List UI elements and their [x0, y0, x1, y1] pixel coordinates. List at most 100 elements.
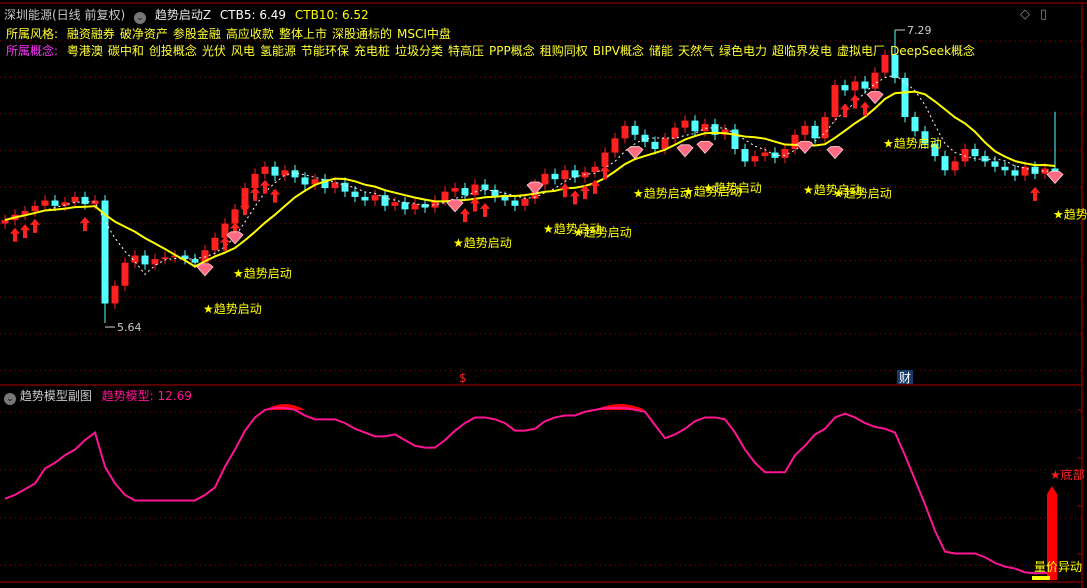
gem-signal-icon: [676, 144, 694, 158]
gem-signal-icon: [196, 263, 214, 277]
candle-up: [761, 152, 769, 157]
trend-model-line: [4, 407, 1056, 575]
up-arrow-icon: [850, 94, 860, 109]
candle-up: [91, 200, 99, 205]
candle-down: [461, 188, 469, 196]
style-row-tag[interactable]: 高应收款: [226, 27, 274, 41]
candle-up: [681, 120, 689, 128]
concept-row-tag[interactable]: 虚拟电厂: [837, 44, 885, 58]
candle-down: [841, 85, 849, 91]
concept-row-tag[interactable]: 节能环保: [301, 44, 349, 58]
concept-row-tag[interactable]: 氢能源: [260, 44, 296, 58]
concept-row-tag[interactable]: 天然气: [678, 44, 714, 58]
concept-row-tag[interactable]: 绿色电力: [719, 44, 767, 58]
candle-down: [301, 177, 309, 185]
candle-up: [71, 196, 79, 203]
candle-up: [521, 198, 529, 206]
concept-row-tag[interactable]: PPP概念: [489, 44, 535, 58]
trend-start-label: ★趋势启动: [203, 302, 262, 316]
candle-up: [371, 195, 379, 201]
chart-canvas: 5.64 7.29 ★趋势启动 ★趋势启动 ★趋势启动 ★趋势启动 ★趋势启动 ★趋势启动 ★趋…: [0, 2, 1087, 588]
candle-up: [391, 202, 399, 206]
concept-row-tag[interactable]: 粤港澳: [67, 44, 103, 58]
event-mark: 财: [899, 371, 911, 385]
trend-start-label: ★趋势启动: [833, 186, 892, 200]
candle-down: [191, 259, 199, 263]
concept-row-tag[interactable]: 风电: [231, 44, 255, 58]
candle-up: [451, 188, 459, 192]
trend-start-label: ★趋势启动: [573, 225, 632, 239]
concept-row-tag[interactable]: 特高压: [448, 44, 484, 58]
candle-down: [511, 200, 519, 206]
candle-down: [941, 156, 949, 171]
candle-up: [121, 262, 129, 286]
candle-up: [851, 81, 859, 91]
candle-down: [811, 125, 819, 139]
candle-down: [81, 196, 89, 205]
up-arrow-icon: [270, 188, 280, 203]
style-row-tag[interactable]: MSCI中盘: [397, 27, 451, 41]
candle-up: [801, 125, 809, 135]
gem-signal-icon: [1046, 171, 1064, 185]
candle-up: [621, 125, 629, 139]
chart-header: 深圳能源(日线 前复权) ⌄ 趋势启动Z CTB5: 6.49 CTB10: 6…: [4, 6, 374, 24]
candle-down: [1011, 170, 1019, 176]
volume-anomaly-bar: [1032, 576, 1050, 580]
panel-toggle-icon[interactable]: ▯: [1040, 7, 1047, 22]
concept-row-tag[interactable]: 光伏: [202, 44, 226, 58]
indicator-name[interactable]: 趋势启动Z: [155, 8, 211, 22]
candle-down: [271, 166, 279, 176]
candle-up: [591, 166, 599, 173]
concept-row-tag[interactable]: 碳中和: [108, 44, 144, 58]
candle-up: [251, 173, 259, 189]
trend-model-value: 趋势模型: 12.69: [101, 389, 192, 403]
candle-up: [951, 161, 959, 171]
candle-up: [261, 166, 269, 174]
chevron-down-icon[interactable]: ⌄: [134, 12, 147, 24]
diamond-icon[interactable]: ◇: [1020, 7, 1030, 22]
candle-up: [1, 220, 9, 224]
candle-down: [631, 125, 639, 135]
candle-up: [611, 138, 619, 153]
candle-up: [751, 156, 759, 162]
candle-up: [601, 152, 609, 167]
event-mark: $: [459, 371, 467, 385]
gem-signal-icon: [796, 140, 814, 154]
up-arrow-icon: [480, 202, 490, 217]
up-arrow-icon: [1047, 486, 1057, 494]
style-row-tag[interactable]: 破净资产: [120, 27, 168, 41]
style-row-tag[interactable]: 参股金融: [173, 27, 221, 41]
concept-row-tag[interactable]: 租购同权: [540, 44, 588, 58]
trend-start-label: ★趋势启动: [1053, 208, 1087, 222]
sub-chart-header: ⌄ 趋势模型副图 趋势模型: 12.69: [4, 387, 192, 405]
concept-row-tag[interactable]: 充电桩: [354, 44, 390, 58]
up-arrow-icon: [600, 165, 610, 180]
ctb5-line: [4, 74, 1056, 276]
candle-down: [971, 148, 979, 157]
concept-row-tag[interactable]: 创投概念: [149, 44, 197, 58]
candle-up: [111, 285, 119, 304]
sub-chart-title[interactable]: 趋势模型副图: [20, 389, 92, 403]
gem-signal-icon: [446, 199, 464, 213]
stock-title[interactable]: 深圳能源(日线 前复权): [4, 8, 125, 22]
style-row-tag[interactable]: 融资融券: [67, 27, 115, 41]
concept-row-tag[interactable]: DeepSeek概念: [890, 44, 975, 58]
candle-down: [651, 141, 659, 149]
candles: [1, 30, 1059, 324]
candle-down: [481, 184, 489, 190]
concept-row-tag[interactable]: 垃圾分类: [395, 44, 443, 58]
gem-signal-icon: [696, 140, 714, 154]
up-arrow-icon: [250, 186, 260, 201]
up-arrow-icon: [260, 179, 270, 194]
concept-row-tag[interactable]: 超临界发电: [772, 44, 832, 58]
trend-start-label: ★趋势启动: [233, 266, 292, 280]
up-arrow-icon: [1030, 186, 1040, 201]
concept-row-tag[interactable]: BIPV概念: [593, 44, 644, 58]
chevron-down-icon[interactable]: ⌄: [4, 393, 16, 405]
concept-row-tag[interactable]: 储能: [649, 44, 673, 58]
candle-down: [691, 120, 699, 132]
candle-down: [501, 196, 509, 201]
style-row-tag[interactable]: 整体上市: [279, 27, 327, 41]
bottom-signal-label: ★底部: [1050, 468, 1085, 482]
style-row-tag[interactable]: 深股通标的: [332, 27, 392, 41]
